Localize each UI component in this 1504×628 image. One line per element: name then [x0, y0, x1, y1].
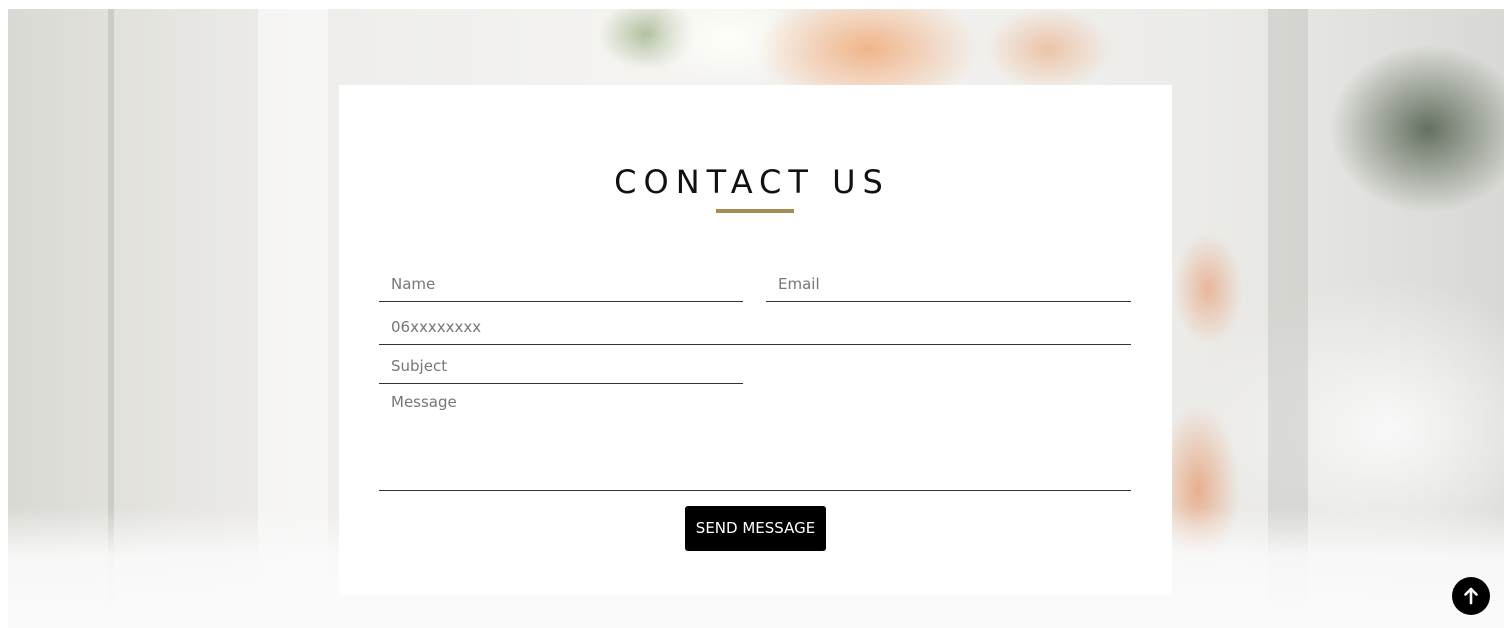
message-field[interactable] [379, 390, 1131, 491]
send-message-button[interactable]: SEND MESSAGE [685, 506, 826, 551]
title-underline [716, 209, 794, 213]
phone-field[interactable] [379, 309, 1131, 345]
page: CONTACT US SEND MESSAGE [0, 0, 1504, 628]
page-title: CONTACT US [614, 163, 890, 201]
name-field[interactable] [379, 266, 743, 302]
arrow-up-icon [1464, 587, 1478, 605]
back-to-top-button[interactable] [1452, 577, 1490, 615]
email-field[interactable] [766, 266, 1131, 302]
subject-field[interactable] [379, 348, 743, 384]
